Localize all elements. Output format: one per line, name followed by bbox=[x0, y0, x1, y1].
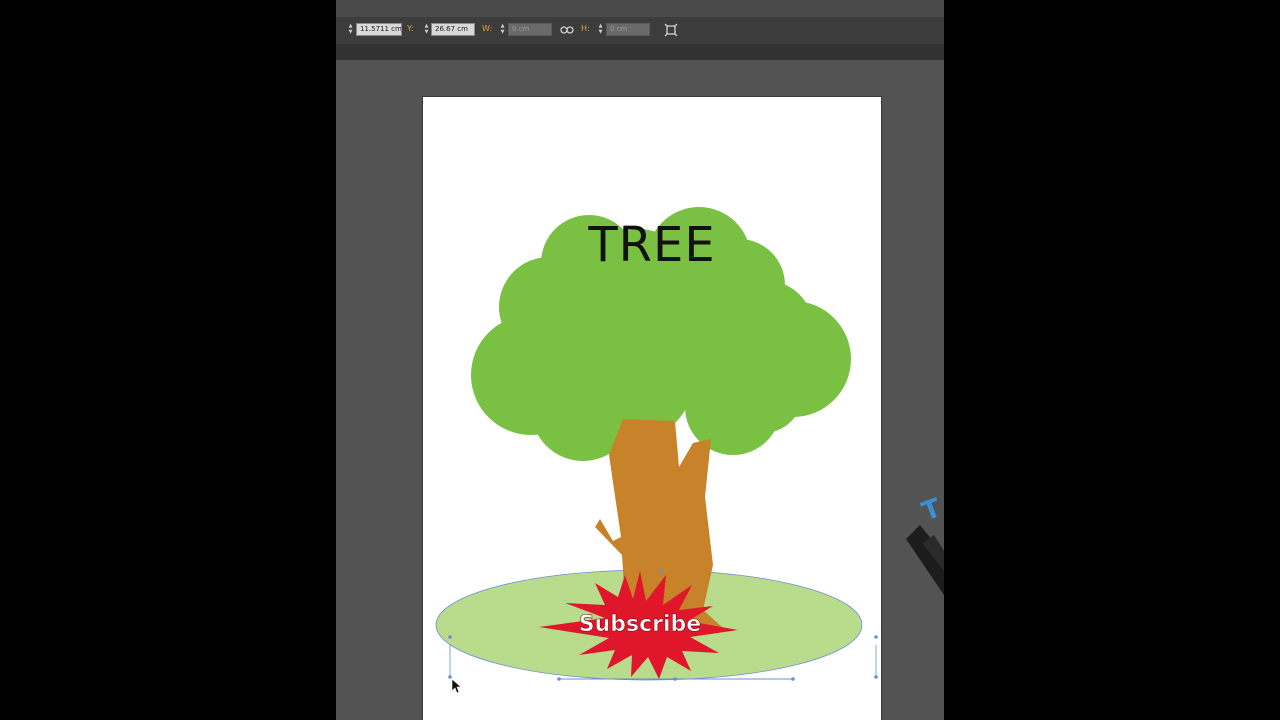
anchor-point[interactable] bbox=[659, 569, 663, 573]
svg-text:T: T bbox=[918, 495, 944, 528]
height-field[interactable]: 0 cm bbox=[606, 23, 650, 36]
transform-reference-icon[interactable] bbox=[664, 23, 678, 37]
w-label: W: bbox=[482, 24, 493, 33]
width-field[interactable]: 0 cm bbox=[508, 23, 552, 36]
anchor-point[interactable] bbox=[874, 675, 878, 679]
illustrator-window: ▲ ▼ 11.5711 cm Y: ▲ ▼ 26.67 cm W: ▲ ▼ 0 cm … bbox=[336, 0, 944, 720]
y-label: Y: bbox=[407, 24, 414, 33]
control-bar-shadow bbox=[336, 44, 944, 60]
h-label: H: bbox=[581, 24, 590, 33]
x-spinner-icon[interactable]: ▲ ▼ bbox=[347, 23, 354, 36]
control-bar: ▲ ▼ 11.5711 cm Y: ▲ ▼ 26.67 cm W: ▲ ▼ 0 cm … bbox=[336, 0, 944, 45]
w-spinner-icon[interactable]: ▲ ▼ bbox=[499, 23, 506, 36]
mouse-cursor-icon bbox=[451, 678, 462, 694]
anchor-point[interactable] bbox=[448, 675, 452, 679]
anchor-point[interactable] bbox=[557, 677, 561, 681]
subscribe-label: Subscribe bbox=[579, 612, 701, 637]
artboard[interactable]: Subscribe TREE bbox=[422, 96, 882, 720]
tree-illustration[interactable]: Subscribe bbox=[423, 97, 883, 720]
h-spinner-icon[interactable]: ▲ ▼ bbox=[597, 23, 604, 36]
anchor-point[interactable] bbox=[673, 677, 677, 681]
x-position-field[interactable]: 11.5711 cm bbox=[356, 23, 402, 36]
artboard-title: TREE bbox=[588, 217, 716, 273]
y-position-field[interactable]: 26.67 cm bbox=[431, 23, 475, 36]
y-spinner-icon[interactable]: ▲ ▼ bbox=[423, 23, 430, 36]
anchor-point[interactable] bbox=[791, 677, 795, 681]
constrain-proportions-link-icon[interactable] bbox=[560, 23, 574, 37]
control-bar-top-strip bbox=[336, 0, 944, 17]
canopy-circle bbox=[723, 353, 803, 433]
logo-watermark-icon: T bbox=[906, 495, 944, 595]
anchor-point[interactable] bbox=[448, 635, 452, 639]
anchor-point[interactable] bbox=[874, 635, 878, 639]
